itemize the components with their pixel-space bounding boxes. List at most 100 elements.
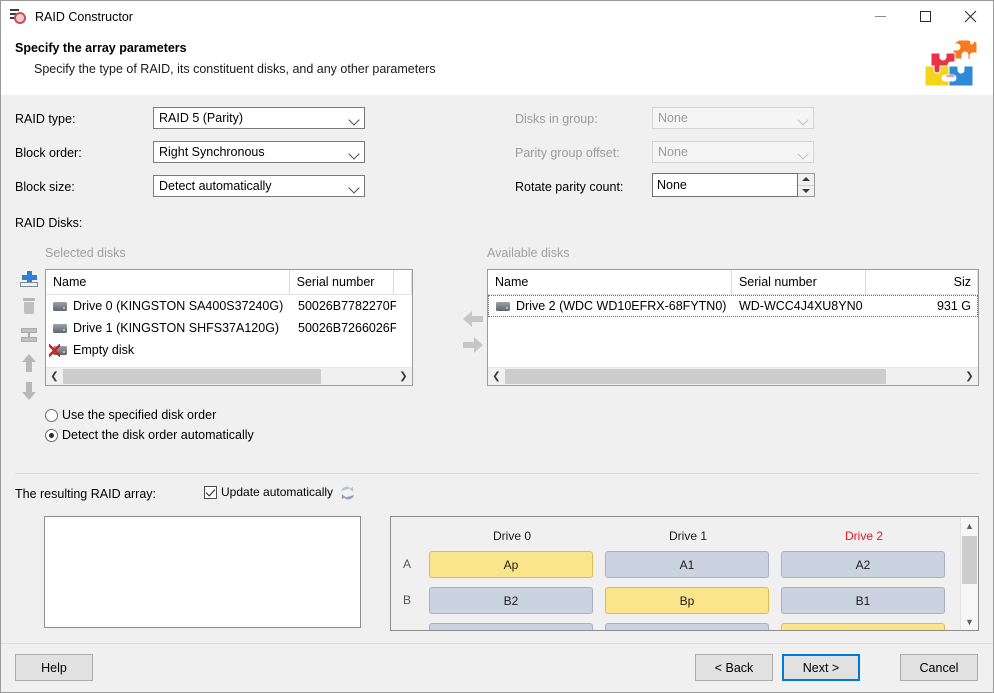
available-disks-caption: Available disks <box>487 246 569 260</box>
disk-tools <box>17 267 43 407</box>
move-right-icon[interactable] <box>463 337 483 353</box>
raid-array-preview[interactable]: Drive 0 Drive 1 Drive 2 A Ap A1 A2 B B2 … <box>390 516 979 631</box>
scroll-thumb[interactable] <box>505 369 886 384</box>
radio-icon-selected[interactable] <box>45 429 58 442</box>
available-disks-list[interactable]: Name Serial number Siz Drive 2 (WDC WD10… <box>487 269 979 386</box>
checkbox-icon[interactable] <box>204 486 217 499</box>
back-button[interactable]: < Back <box>695 654 773 681</box>
array-cell[interactable] <box>605 623 769 630</box>
block-size-select[interactable]: Detect automatically <box>153 175 365 197</box>
horizontal-scrollbar[interactable]: ❮ ❯ <box>488 367 978 385</box>
scroll-right-icon[interactable]: ❯ <box>395 368 412 385</box>
disks-in-group-select: None <box>652 107 814 129</box>
next-button[interactable]: Next > <box>782 654 860 681</box>
block-size-value: Detect automatically <box>154 179 344 193</box>
hdd-icon <box>53 324 67 333</box>
add-disk-icon[interactable] <box>17 267 41 291</box>
selected-disks-list[interactable]: Name Serial number Drive 0 (KINGSTON SA4… <box>45 269 413 386</box>
array-cell[interactable]: B2 <box>429 587 593 614</box>
wizard-footer: Help < Back Next > Cancel <box>1 643 993 692</box>
move-down-icon[interactable] <box>17 379 41 403</box>
table-row[interactable]: Drive 2 (WDC WD10EFRX-68FYTN0) WD-WCC4J4… <box>488 295 978 317</box>
array-cell[interactable]: Ap <box>429 551 593 578</box>
horizontal-scrollbar[interactable]: ❮ ❯ <box>46 367 412 385</box>
array-cell[interactable]: A2 <box>781 551 945 578</box>
scroll-track[interactable] <box>505 368 961 385</box>
chevron-down-icon <box>793 150 813 155</box>
move-left-icon[interactable] <box>463 311 483 327</box>
spinner-down-icon[interactable] <box>798 185 814 197</box>
refresh-icon[interactable] <box>339 485 355 501</box>
block-order-select[interactable]: Right Synchronous <box>153 141 365 163</box>
chevron-down-icon <box>344 184 364 189</box>
column-header-extra[interactable] <box>394 270 412 294</box>
title-bar: RAID Constructor <box>1 1 993 32</box>
scroll-track[interactable] <box>961 534 978 613</box>
column-header-serial[interactable]: Serial number <box>290 270 394 294</box>
raid-type-value: RAID 5 (Parity) <box>154 111 344 125</box>
array-cell[interactable]: Bp <box>605 587 769 614</box>
array-info-panel <box>44 516 361 628</box>
scroll-right-icon[interactable]: ❯ <box>961 368 978 385</box>
scroll-up-icon[interactable]: ▲ <box>961 517 978 534</box>
scroll-left-icon[interactable]: ❮ <box>488 368 505 385</box>
checkbox-label: Update automatically <box>221 485 333 499</box>
spinner-up-icon[interactable] <box>798 174 814 185</box>
minimize-icon[interactable] <box>858 1 903 32</box>
rotate-parity-count-label: Rotate parity count: <box>515 180 623 194</box>
scroll-track[interactable] <box>63 368 395 385</box>
selected-disks-header: Name Serial number <box>46 270 412 295</box>
array-grid: Drive 0 Drive 1 Drive 2 A Ap A1 A2 B B2 … <box>391 517 961 630</box>
disk-serial: 50026B7782270F05 <box>291 299 396 313</box>
rotate-parity-count-input[interactable]: None <box>652 173 798 197</box>
scroll-down-icon[interactable]: ▼ <box>961 613 978 630</box>
column-header-serial[interactable]: Serial number <box>732 270 866 294</box>
raid-type-select[interactable]: RAID 5 (Parity) <box>153 107 365 129</box>
scroll-thumb[interactable] <box>63 369 321 384</box>
parity-group-offset-value: None <box>653 145 793 159</box>
rotate-parity-count-stepper[interactable]: None <box>652 173 815 197</box>
table-row[interactable]: Drive 0 (KINGSTON SA400S37240G) 50026B77… <box>46 295 412 317</box>
disk-name: Drive 2 (WDC WD10EFRX-68FYTN0) <box>516 299 726 313</box>
page-subtitle: Specify the type of RAID, its constituen… <box>34 62 436 76</box>
help-button[interactable]: Help <box>15 654 93 681</box>
array-column-drive-1: Drive 1 <box>599 528 777 544</box>
radio-detect-order-automatically[interactable]: Detect the disk order automatically <box>45 428 254 442</box>
radio-icon[interactable] <box>45 409 58 422</box>
move-up-icon[interactable] <box>17 351 41 375</box>
wizard-header: Specify the array parameters Specify the… <box>1 32 993 96</box>
spinner-buttons[interactable] <box>798 173 815 197</box>
chevron-down-icon <box>344 150 364 155</box>
resulting-array-label: The resulting RAID array: <box>15 487 156 501</box>
available-disks-header: Name Serial number Siz <box>488 270 978 295</box>
array-cell[interactable]: B1 <box>781 587 945 614</box>
close-icon[interactable] <box>948 1 993 32</box>
disks-in-group-label: Disks in group: <box>515 112 598 126</box>
wizard-body: RAID type: Block order: Block size: RAID… <box>1 95 993 644</box>
hdd-icon <box>53 302 67 311</box>
array-cell[interactable]: A1 <box>605 551 769 578</box>
parity-group-offset-label: Parity group offset: <box>515 146 620 160</box>
split-disk-icon[interactable] <box>17 323 41 347</box>
table-row[interactable]: Empty disk <box>46 339 412 361</box>
cancel-button[interactable]: Cancel <box>900 654 978 681</box>
maximize-icon[interactable] <box>903 1 948 32</box>
delete-disk-icon[interactable] <box>17 295 41 319</box>
column-header-name[interactable]: Name <box>488 270 732 294</box>
column-header-size[interactable]: Siz <box>866 270 978 294</box>
update-automatically-checkbox[interactable]: Update automatically <box>204 485 333 499</box>
scroll-left-icon[interactable]: ❮ <box>46 368 63 385</box>
array-cell[interactable] <box>429 623 593 630</box>
page-title: Specify the array parameters <box>15 41 187 55</box>
column-header-name[interactable]: Name <box>46 270 290 294</box>
disk-serial: WD-WCC4J4XU8YN0 <box>732 299 866 313</box>
array-column-drive-2: Drive 2 <box>775 528 953 544</box>
table-row[interactable]: Drive 1 (KINGSTON SHFS37A120G) 50026B726… <box>46 317 412 339</box>
radio-use-specified-order[interactable]: Use the specified disk order <box>45 408 216 422</box>
disk-name: Empty disk <box>73 343 134 357</box>
hdd-missing-icon <box>53 346 67 355</box>
vertical-scrollbar[interactable]: ▲ ▼ <box>960 517 978 630</box>
array-cell[interactable] <box>781 623 945 630</box>
radio-label: Detect the disk order automatically <box>62 428 254 442</box>
scroll-thumb[interactable] <box>962 536 977 584</box>
